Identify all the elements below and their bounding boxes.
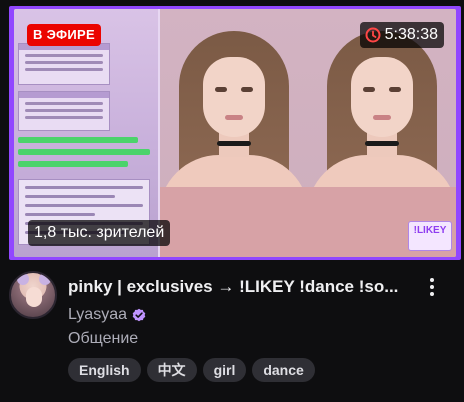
tag-chinese[interactable]: 中文 xyxy=(146,358,197,382)
verified-badge-icon xyxy=(132,308,146,322)
stream-card[interactable]: !LIKEY В ЭФИРЕ 5:38:38 1,8 тыс. зрителей… xyxy=(0,0,464,402)
more-options-icon[interactable] xyxy=(420,276,444,298)
channel-name[interactable]: Lyasyaa xyxy=(68,305,127,325)
live-badge: В ЭФИРЕ xyxy=(27,24,101,46)
stream-category[interactable]: Общение xyxy=(68,329,138,349)
tag-girl[interactable]: girl xyxy=(202,358,247,382)
channel-name-row[interactable]: Lyasyaa xyxy=(68,305,146,325)
likey-logo: !LIKEY xyxy=(408,221,452,251)
tag-dance[interactable]: dance xyxy=(252,358,315,382)
channel-avatar[interactable] xyxy=(9,271,57,319)
camera-frame xyxy=(160,9,308,257)
viewer-count: 1,8 тыс. зрителей xyxy=(28,220,171,246)
tag-list: English 中文 girl dance xyxy=(68,358,315,382)
stream-title[interactable]: pinky | exclusives → !LIKEY !dance !so..… xyxy=(68,276,412,298)
tag-english[interactable]: English xyxy=(68,358,141,382)
uptime-counter: 5:38:38 xyxy=(359,22,444,48)
clock-icon xyxy=(365,27,381,43)
uptime-text: 5:38:38 xyxy=(384,26,438,43)
